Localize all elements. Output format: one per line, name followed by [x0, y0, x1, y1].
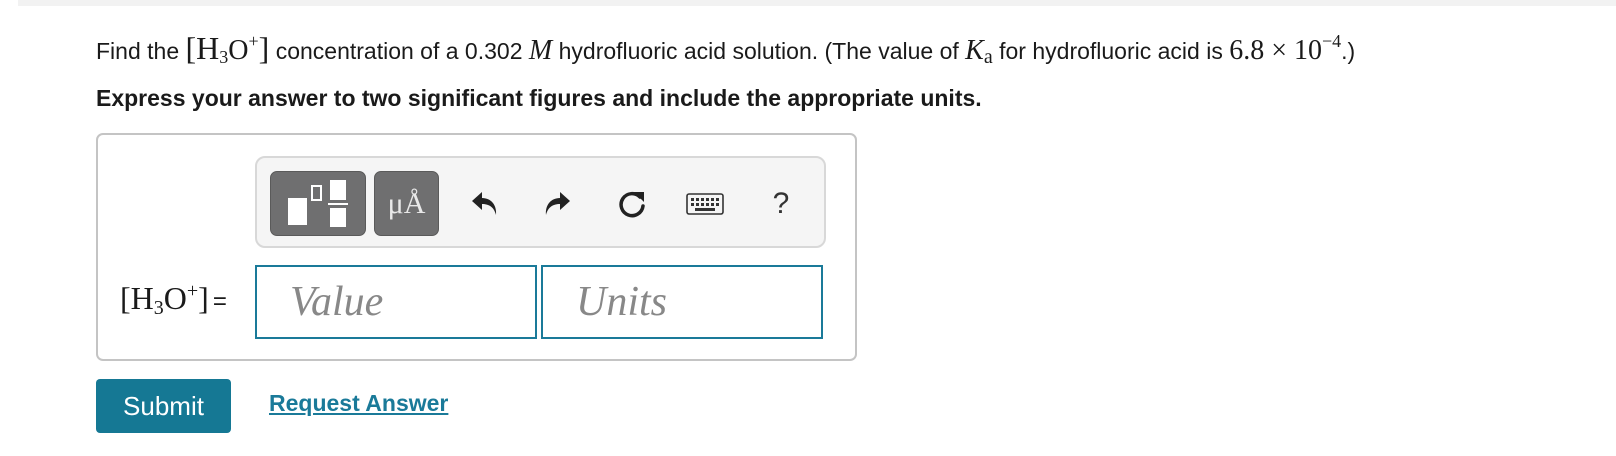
answer-species-superscript: + [186, 280, 199, 302]
question-mid3: for hydrofluoric acid is [992, 38, 1230, 64]
reset-icon [619, 191, 645, 218]
species-open: [H [185, 30, 220, 66]
species-o: O [228, 35, 249, 66]
species-superscript: + [248, 31, 259, 51]
question-mid1: concentration of a 0.302 [269, 38, 529, 64]
templates-icon [288, 179, 348, 227]
equals-sign: = [212, 288, 227, 315]
question-prefix: Find the [96, 38, 186, 64]
request-answer-link[interactable]: Request Answer [269, 390, 448, 417]
answer-species-close: ] [198, 280, 209, 316]
ka-subscript: a [983, 46, 993, 68]
ka-symbol: Ka [965, 35, 993, 68]
species-subscript: 3 [219, 47, 229, 67]
reset-button[interactable] [612, 182, 652, 226]
answer-species-subscript: 3 [153, 297, 164, 319]
page: Find the [H3O+] concentration of a 0.302… [0, 0, 1616, 456]
answer-box: μÅ ? [H3O+] = Value Units [96, 133, 857, 361]
question-text: Find the [H3O+] concentration of a 0.302… [96, 30, 1355, 69]
redo-button[interactable] [537, 182, 577, 226]
top-strip [18, 0, 1616, 6]
keyboard-button[interactable] [685, 182, 725, 226]
units-placeholder: Units [576, 279, 668, 325]
math-toolbar: μÅ ? [255, 156, 826, 248]
question-mid2: hydrofluoric acid solution. (The value o… [552, 38, 966, 64]
ka-letter: K [965, 35, 984, 66]
help-button[interactable]: ? [761, 182, 801, 226]
redo-icon [545, 192, 570, 215]
ka-value: 6.8 × 10−4 [1229, 31, 1341, 66]
answer-species-open: [H [120, 280, 154, 316]
answer-species: [H3O+] [120, 280, 209, 319]
ka-mantissa: 6.8 × 10 [1229, 35, 1323, 66]
species-close: ] [258, 30, 270, 66]
answer-label: [H3O+] = [120, 280, 227, 320]
species-formula: [H3O+] [186, 30, 270, 67]
undo-button[interactable] [465, 182, 505, 226]
undo-icon [472, 192, 497, 215]
help-icon: ? [772, 187, 790, 220]
answer-species-o: O [163, 280, 187, 316]
value-input[interactable]: Value [255, 265, 537, 339]
submit-button[interactable]: Submit [96, 379, 231, 433]
keyboard-icon [686, 193, 724, 215]
templates-button[interactable] [270, 171, 366, 236]
instruction-text: Express your answer to two significant f… [96, 85, 982, 111]
molar-symbol: M [528, 35, 553, 66]
question-suffix: .) [1341, 38, 1356, 64]
units-input[interactable]: Units [541, 265, 823, 339]
ka-exponent: −4 [1322, 31, 1342, 51]
units-button[interactable]: μÅ [374, 171, 439, 236]
units-icon: μÅ [387, 186, 426, 220]
value-placeholder: Value [290, 279, 384, 325]
